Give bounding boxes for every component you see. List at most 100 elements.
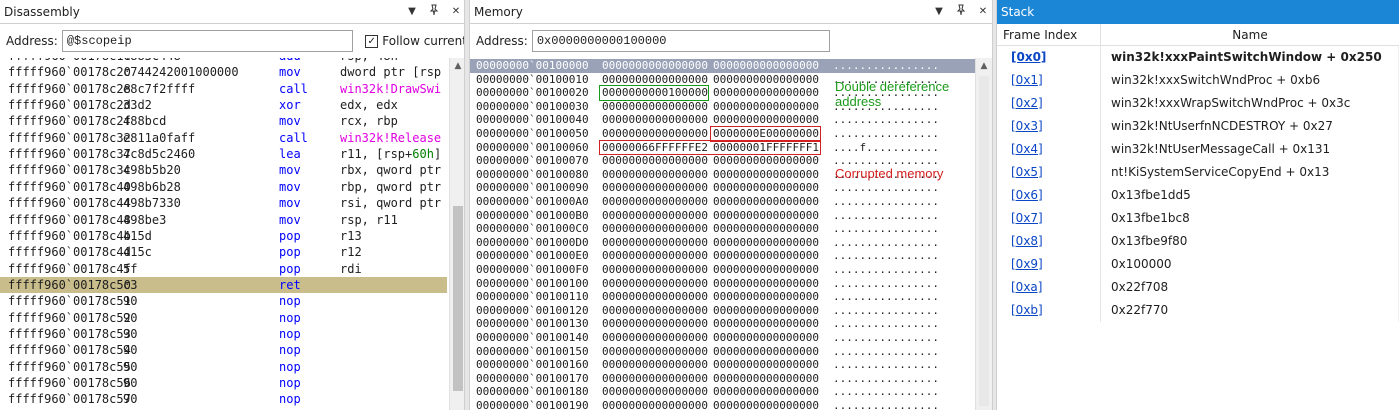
- instruction-bytes: 5f: [123, 261, 138, 276]
- frame-index-link[interactable]: [0x3]: [997, 115, 1101, 138]
- frame-index-link[interactable]: [0x1]: [997, 69, 1101, 92]
- memory-row[interactable]: 00000000`00100160 0000000000000000 0000000…: [470, 358, 975, 372]
- memory-address-input[interactable]: 0x0000000000100000: [531, 30, 830, 52]
- frame-index-link[interactable]: [0x6]: [997, 184, 1101, 207]
- instruction-address: fffff960`00178c52: [8, 310, 131, 325]
- stack-frame-row[interactable]: [0x4] win32k!NtUserMessageCall + 0x131: [997, 138, 1399, 161]
- stack-frame-row[interactable]: [0xb] 0x22f770: [997, 299, 1399, 322]
- memory-row[interactable]: 00000000`00100150 0000000000000000 0000000…: [470, 345, 975, 359]
- column-header-frame-index[interactable]: Frame Index: [997, 24, 1101, 45]
- instruction-row[interactable]: fffff960`00178c56 90 nop: [0, 375, 447, 391]
- stack-frame-row[interactable]: [0x0] win32k!xxxPaintSwitchWindow + 0x250: [997, 46, 1399, 69]
- memory-qword: 0000000000000000: [713, 113, 819, 127]
- stack-frame-row[interactable]: [0x6] 0x13fbe1dd5: [997, 184, 1399, 207]
- scroll-thumb[interactable]: [979, 76, 989, 406]
- frame-index-link[interactable]: [0x8]: [997, 230, 1101, 253]
- disassembly-address-row: Address: @$scopeip ✓ Follow current: [0, 24, 467, 58]
- instruction-row[interactable]: fffff960`00178c54 90 nop: [0, 342, 447, 358]
- memory-row[interactable]: 00000000`00100180 0000000000000000 0000000…: [470, 385, 975, 399]
- frame-name: 0x22f708: [1111, 280, 1169, 294]
- instruction-row[interactable]: fffff960`00178c20 c744242001000000 mov dwor…: [0, 64, 447, 80]
- close-icon[interactable]: ✕: [972, 6, 994, 17]
- instruction-row[interactable]: fffff960`00178c57 90 nop: [0, 391, 447, 407]
- memory-qword: 0000000000000000: [713, 317, 819, 331]
- memory-row[interactable]: 00000000`00100110 0000000000000000 0000000…: [470, 290, 975, 304]
- instruction-row[interactable]: fffff960`00178c4b 415d pop r13: [0, 228, 447, 244]
- instruction-row[interactable]: fffff960`00178c44 498b7330 mov rsi, qword p…: [0, 195, 447, 211]
- frame-index-link[interactable]: [0x2]: [997, 92, 1101, 115]
- memory-row[interactable]: 00000000`00100090 0000000000000000 0000000…: [470, 181, 975, 195]
- stack-frame-row[interactable]: [0xa] 0x22f708: [997, 276, 1399, 299]
- disassembly-listing[interactable]: fffff960`00178c1e4883c448addrsp, 48hffff…: [0, 58, 449, 410]
- instruction-address: fffff960`00178c37: [8, 147, 131, 162]
- chevron-down-icon[interactable]: ▼: [928, 6, 950, 17]
- memory-row[interactable]: 00000000`00100050 0000000000000000 0000000…: [470, 127, 975, 141]
- column-header-name[interactable]: Name: [1101, 24, 1399, 45]
- memory-qword: 0000000000000000: [713, 59, 819, 72]
- scroll-thumb[interactable]: [453, 206, 463, 391]
- instruction-row[interactable]: fffff960`00178c52 90 nop: [0, 310, 447, 326]
- memory-row[interactable]: 00000000`00100100 0000000000000000 0000000…: [470, 277, 975, 291]
- memory-row[interactable]: 00000000`001000F0 0000000000000000 0000000…: [470, 263, 975, 277]
- instruction-row[interactable]: fffff960`00178c4f 5f pop rdi: [0, 261, 447, 277]
- pin-icon[interactable]: [950, 4, 972, 19]
- instruction-row[interactable]: fffff960`00178c2f 488bcd mov rcx, rbp: [0, 113, 447, 129]
- stack-frame-row[interactable]: [0x3] win32k!NtUserfnNCDESTROY + 0x27: [997, 115, 1399, 138]
- instruction-row[interactable]: fffff960`00178c51 90 nop: [0, 293, 447, 309]
- scroll-up-icon[interactable]: ▲: [976, 58, 992, 75]
- stack-frame-row[interactable]: [0x5] nt!KiSystemServiceCopyEnd + 0x13: [997, 161, 1399, 184]
- memory-qword: 0000000000000000: [713, 399, 819, 410]
- disassembly-address-input[interactable]: @$scopeip: [61, 30, 354, 52]
- memory-row[interactable]: 00000000`00100170 0000000000000000 0000000…: [470, 372, 975, 386]
- memory-row[interactable]: 00000000`00100190 0000000000000000 0000000…: [470, 399, 975, 410]
- pin-icon[interactable]: [423, 4, 445, 19]
- memory-row[interactable]: 00000000`00100040 0000000000000000 0000000…: [470, 113, 975, 127]
- instruction-address: fffff960`00178c53: [8, 326, 131, 341]
- memory-row[interactable]: 00000000`001000A0 0000000000000000 0000000…: [470, 195, 975, 209]
- memory-row[interactable]: 00000000`00100000 0000000000000000 0000000…: [470, 59, 975, 73]
- memory-row[interactable]: 00000000`001000C0 0000000000000000 0000000…: [470, 222, 975, 236]
- memory-dump[interactable]: 00000000`00100190 0000000000000000 0000000…: [470, 58, 975, 410]
- stack-frame-row[interactable]: [0x7] 0x13fbe1bc8: [997, 207, 1399, 230]
- stack-frame-row[interactable]: [0x9] 0x100000: [997, 253, 1399, 276]
- disassembly-header: Disassembly ▼ ✕: [0, 0, 467, 24]
- instruction-operand: rsp, r11: [340, 212, 398, 227]
- memory-row[interactable]: 00000000`001000D0 0000000000000000 0000000…: [470, 236, 975, 250]
- memory-row[interactable]: 00000000`00100120 0000000000000000 0000000…: [470, 304, 975, 318]
- memory-address: 00000000`00100040: [476, 113, 589, 127]
- memory-address: 00000000`00100080: [476, 167, 589, 181]
- follow-current-checkbox[interactable]: ✓: [365, 34, 379, 48]
- frame-index-link[interactable]: [0x9]: [997, 253, 1101, 276]
- memory-row[interactable]: 00000000`001000B0 0000000000000000 0000000…: [470, 209, 975, 223]
- memory-row[interactable]: 00000000`00100060 00000066FFFFFFE2 0000000…: [470, 141, 975, 155]
- instruction-row[interactable]: fffff960`00178c48 498be3 mov rsp, r11: [0, 212, 447, 228]
- instruction-row[interactable]: fffff960`00178c37 4c8d5c2460 lea r11, [rsp+…: [0, 146, 447, 162]
- memory-qword: 00000001FFFFFFF1: [713, 140, 819, 154]
- stack-frame-row[interactable]: [0x8] 0x13fbe9f80: [997, 230, 1399, 253]
- instruction-row[interactable]: fffff960`00178c3c 498b5b20 mov rbx, qword p…: [0, 162, 447, 178]
- frame-index-link[interactable]: [0xa]: [997, 276, 1101, 299]
- instruction-row[interactable]: fffff960`00178c55 90 nop: [0, 359, 447, 375]
- memory-address: 00000000`00100180: [476, 385, 589, 399]
- stack-frame-row[interactable]: [0x2] win32k!xxxWrapSwitchWndProc + 0x3c: [997, 92, 1399, 115]
- frame-index-link[interactable]: [0x7]: [997, 207, 1101, 230]
- instruction-row[interactable]: fffff960`00178c32 e811a0faff call win32k!Re…: [0, 130, 447, 146]
- frame-index-link[interactable]: [0xb]: [997, 299, 1101, 322]
- frame-index-link[interactable]: [0x5]: [997, 161, 1101, 184]
- memory-scrollbar[interactable]: ▲: [975, 58, 992, 410]
- instruction-row[interactable]: fffff960`00178c28 e8c7f2ffff call win32k!Dr…: [0, 81, 447, 97]
- instruction-row[interactable]: fffff960`00178c40 498b6b28 mov rbp, qword p…: [0, 179, 447, 195]
- current-instruction-row[interactable]: fffff960`00178c50 c3 ret: [0, 276, 447, 294]
- memory-row[interactable]: 00000000`00100130 0000000000000000 0000000…: [470, 317, 975, 331]
- instruction-row[interactable]: fffff960`00178c4d 415c pop r12: [0, 244, 447, 260]
- frame-index-link[interactable]: [0x0]: [997, 46, 1101, 69]
- frame-index-link[interactable]: [0x4]: [997, 138, 1101, 161]
- instruction-row[interactable]: fffff960`00178c2d 33d2 xor edx, edx: [0, 97, 447, 113]
- memory-row[interactable]: 00000000`00100140 0000000000000000 0000000…: [470, 331, 975, 345]
- memory-row[interactable]: 00000000`001000E0 0000000000000000 0000000…: [470, 249, 975, 263]
- instruction-mnemonic: lea: [279, 147, 301, 162]
- instruction-row[interactable]: fffff960`00178c53 90 nop: [0, 326, 447, 342]
- instruction-operand: r13: [340, 228, 362, 243]
- stack-frame-row[interactable]: [0x1] win32k!xxxSwitchWndProc + 0xb6: [997, 69, 1399, 92]
- chevron-down-icon[interactable]: ▼: [401, 6, 423, 17]
